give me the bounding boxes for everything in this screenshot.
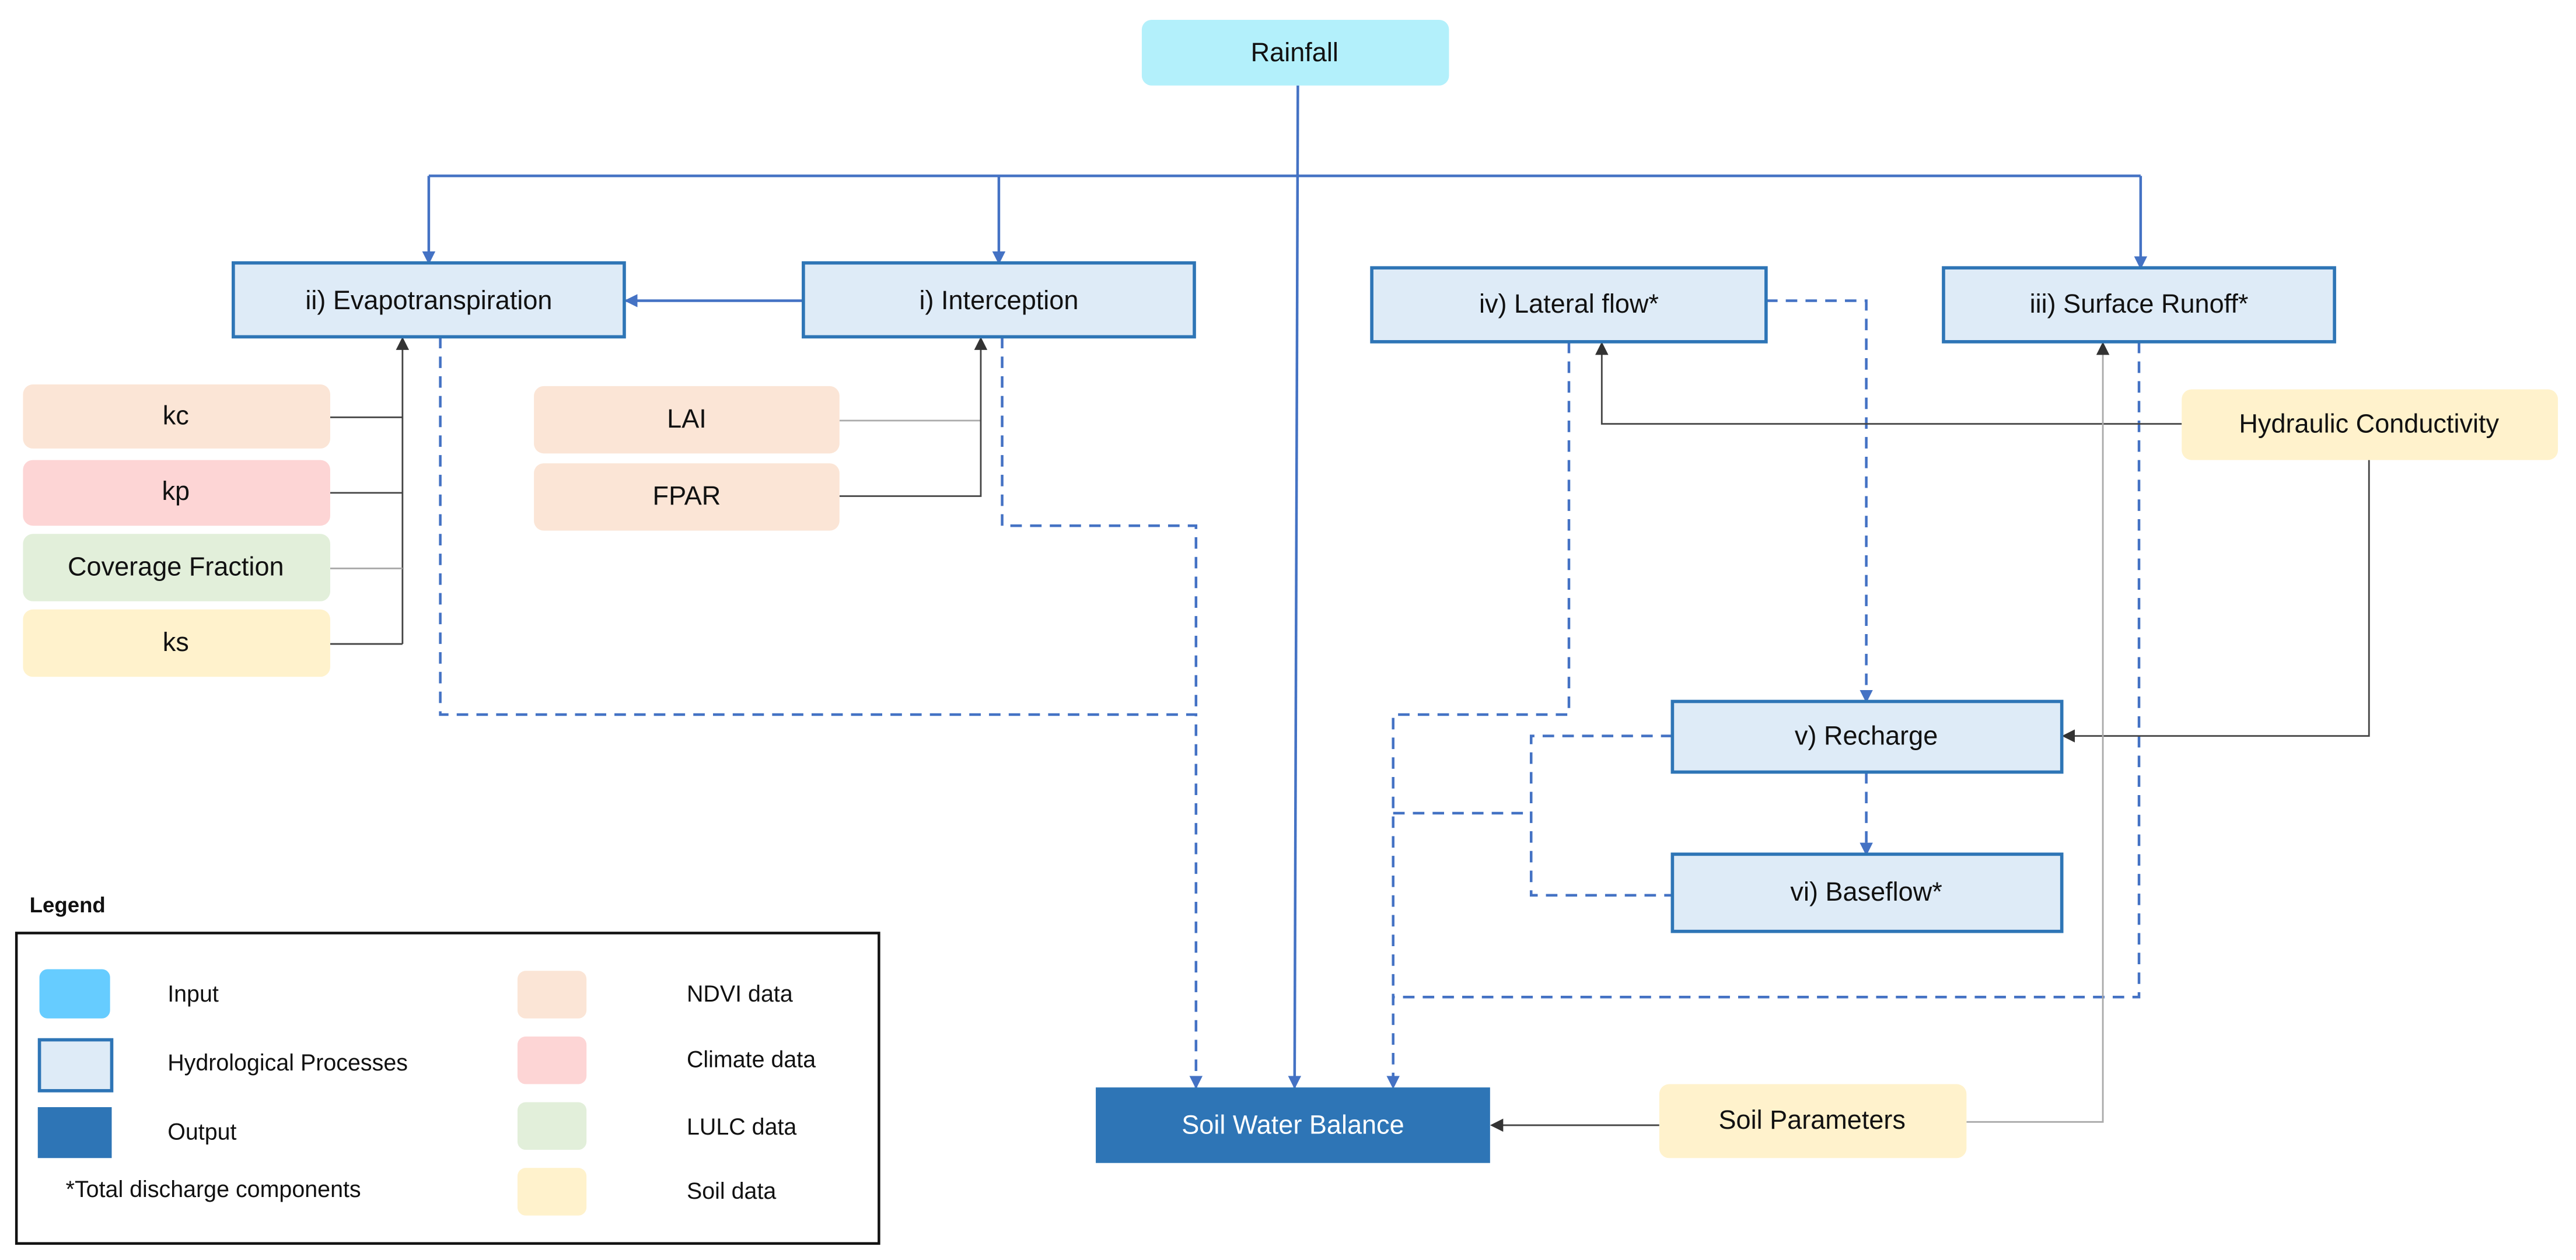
legend-swatch-input	[39, 969, 110, 1019]
legend-climate-label: Climate data	[687, 1047, 816, 1073]
data-kp: kp	[23, 460, 330, 526]
legend-input-label: Input	[167, 981, 219, 1007]
legend-swatch-climate	[517, 1036, 587, 1084]
evapotranspiration-inputs-arrow	[330, 338, 403, 645]
process-interception: i) Interception	[802, 261, 1196, 339]
data-kc: kc	[23, 384, 330, 449]
data-ks: ks	[23, 609, 330, 677]
data-soil-parameters: Soil Parameters	[1659, 1084, 1967, 1158]
legend-swatch-output	[37, 1107, 112, 1158]
hydrological-flow-diagram: Rainfall ii) Evapotranspiration i) Inter…	[15, 19, 2558, 1245]
legend-swatch-lulc	[517, 1102, 587, 1150]
legend-output-label: Output	[167, 1119, 236, 1144]
interception-label: i) Interception	[919, 285, 1078, 315]
recharge-baseflow-to-swb-line	[1393, 734, 1673, 897]
legend-processes-label: Hydrological Processes	[167, 1050, 408, 1076]
legend-swatch-processes	[37, 1038, 114, 1093]
process-lateral-flow: iv) Lateral flow*	[1370, 266, 1768, 344]
rainfall-label: Rainfall	[1251, 37, 1338, 67]
rainfall-node: Rainfall	[1141, 19, 1449, 86]
data-hydraulic-conductivity: Hydraulic Conductivity	[2182, 389, 2558, 460]
evapotranspiration-label: ii) Evapotranspiration	[305, 285, 552, 315]
hydraulic-conductivity-label: Hydraulic Conductivity	[2239, 408, 2499, 438]
lateral-to-recharge-arrow	[1766, 299, 1873, 704]
process-baseflow: vi) Baseflow*	[1670, 852, 2064, 933]
legend-ndvi-label: NDVI data	[687, 981, 793, 1007]
interception-inputs-arrow	[839, 337, 988, 497]
ks-label: ks	[163, 627, 189, 657]
lai-label: LAI	[667, 404, 707, 433]
legend-swatch-ndvi	[517, 971, 587, 1019]
lateral-to-swb-arrow	[1386, 341, 1571, 1089]
conductivity-to-lateral-arrow	[1595, 341, 2182, 425]
baseflow-label: vi) Baseflow*	[1790, 877, 1942, 907]
output-soil-water-balance: Soil Water Balance	[1096, 1087, 1490, 1163]
data-fpar: FPAR	[534, 463, 840, 531]
kp-label: kp	[162, 476, 190, 506]
conductivity-to-recharge-arrow	[2061, 460, 2370, 743]
legend-swatch-soil	[517, 1168, 587, 1216]
process-recharge: v) Recharge	[1670, 699, 2064, 774]
lateral-flow-label: iv) Lateral flow*	[1479, 289, 1659, 318]
coverage-fraction-label: Coverage Fraction	[68, 551, 284, 581]
data-lai: LAI	[534, 386, 840, 454]
legend-soil-label: Soil data	[687, 1178, 776, 1204]
connectors	[330, 85, 2370, 1132]
rainfall-to-swb-arrow	[1288, 85, 1302, 1089]
interception-to-swb-line	[1001, 337, 1198, 715]
swb-label: Soil Water Balance	[1182, 1110, 1404, 1140]
data-coverage-fraction: Coverage Fraction	[23, 534, 330, 601]
legend-note: *Total discharge components	[66, 1177, 361, 1202]
process-evapotranspiration: ii) Evapotranspiration	[232, 261, 626, 339]
legend: Legend Input Hydrological Processes Outp…	[15, 893, 880, 1245]
process-surface-runoff: iii) Surface Runoff*	[1942, 266, 2336, 344]
fpar-label: FPAR	[653, 481, 721, 510]
legend-lulc-label: LULC data	[687, 1114, 796, 1140]
recharge-label: v) Recharge	[1795, 720, 1938, 750]
legend-title: Legend	[30, 893, 106, 917]
soil-parameters-label: Soil Parameters	[1718, 1105, 1905, 1135]
surface-runoff-label: iii) Surface Runoff*	[2030, 289, 2249, 318]
kc-label: kc	[163, 400, 189, 430]
